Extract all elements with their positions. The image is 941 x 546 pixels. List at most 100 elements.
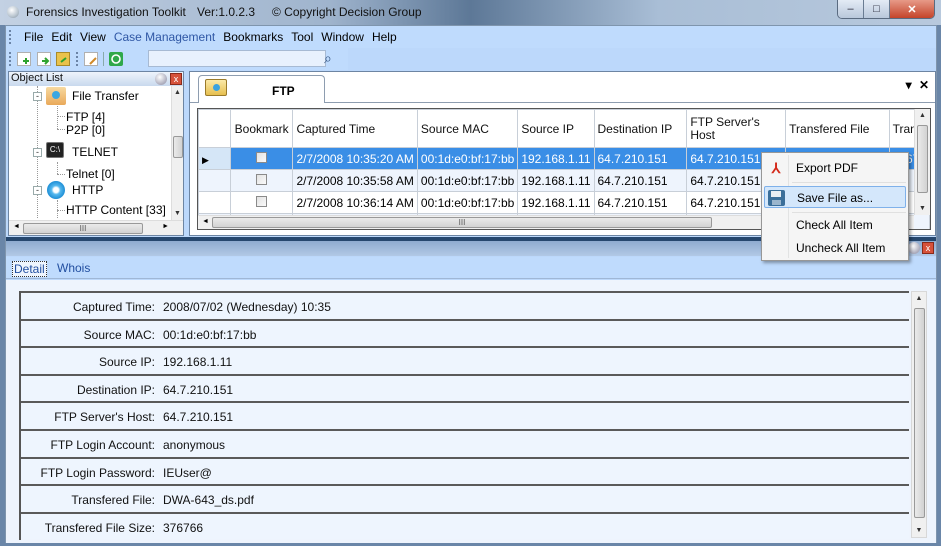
tab-whois[interactable]: Whois [57, 261, 90, 275]
tree-node-telnet[interactable]: TELNET [72, 145, 118, 159]
menu-item-check-all[interactable]: Check All Item [764, 214, 906, 236]
detail-field-value: DWA-643_ds.pdf [163, 493, 254, 508]
scroll-thumb[interactable]: III [212, 217, 712, 228]
tab-list-dropdown-icon[interactable]: ▾ [906, 78, 912, 92]
object-list-close-button[interactable]: x [170, 73, 182, 85]
close-icon: x [925, 243, 931, 253]
detail-field-label: Source MAC: [83, 327, 155, 342]
tab-ftp[interactable]: FTP [198, 75, 325, 103]
cell-destination-ip: 64.7.210.151 [593, 191, 688, 214]
toolbar-grip[interactable] [9, 52, 12, 66]
detail-panel-close-button[interactable]: x [922, 242, 934, 254]
scroll-thumb[interactable] [914, 308, 925, 518]
menu-window[interactable]: Window [317, 30, 368, 44]
close-icon: ✕ [907, 3, 917, 16]
scroll-thumb[interactable] [173, 136, 183, 158]
detail-field-value: IEUser@ [163, 465, 212, 480]
search-input[interactable] [148, 50, 326, 67]
close-icon: x [173, 74, 179, 84]
scroll-up-arrow-icon[interactable]: ▲ [172, 89, 183, 96]
menu-view[interactable]: View [76, 30, 110, 44]
scroll-down-arrow-icon[interactable]: ▼ [912, 527, 926, 534]
tab-ftp-label: FTP [272, 84, 295, 98]
row-selector[interactable] [198, 191, 231, 214]
column-header-bookmark[interactable]: Bookmark [229, 109, 294, 148]
search-icon[interactable]: ⌕ [324, 50, 332, 67]
detail-field-value: 64.7.210.151 [163, 410, 234, 425]
scroll-down-arrow-icon[interactable]: ▼ [172, 210, 183, 217]
edit-button[interactable] [84, 52, 98, 66]
collapse-telnet-toggle[interactable]: - [33, 148, 42, 157]
bookmark-checkbox[interactable] [229, 191, 294, 214]
detail-field-row: Captured Time: 2008/07/02 (Wednesday) 10:… [21, 291, 909, 318]
toolbar-separator-grip [76, 52, 79, 66]
tab-close-icon[interactable]: ✕ [919, 78, 929, 92]
tree-node-file-transfer[interactable]: File Transfer [72, 89, 139, 103]
cell-source-ip: 192.168.1.11 [517, 191, 595, 214]
menu-case-management[interactable]: Case Management [110, 30, 219, 44]
refresh-button[interactable] [109, 52, 123, 66]
collapse-file-transfer-toggle[interactable]: - [33, 92, 42, 101]
maximize-button[interactable]: □ [864, 0, 890, 18]
collapse-http-toggle[interactable]: - [33, 186, 42, 195]
column-header-transfered-file[interactable]: Transfered File [785, 109, 890, 148]
scroll-up-arrow-icon[interactable]: ▲ [915, 112, 930, 119]
pin-icon[interactable] [908, 242, 920, 254]
tree-node-http[interactable]: HTTP [72, 183, 103, 197]
scroll-left-arrow-icon[interactable]: ◄ [202, 218, 209, 225]
row-selector[interactable]: ▶ [198, 147, 231, 170]
import-arrow-icon [42, 57, 50, 65]
column-header-source-mac[interactable]: Source MAC [416, 109, 519, 148]
row-selector[interactable] [198, 169, 231, 192]
menu-bookmarks[interactable]: Bookmarks [219, 30, 287, 44]
tree-node-http-content[interactable]: HTTP Content [33] [66, 203, 166, 217]
detail-vertical-scrollbar[interactable]: ▲ ▼ [911, 291, 927, 538]
file-transfer-icon [46, 87, 66, 105]
detail-field-value: anonymous [163, 438, 226, 452]
bookmark-checkbox[interactable] [229, 147, 294, 170]
column-header-captured-time[interactable]: Captured Time [292, 109, 418, 148]
column-header-destination-ip[interactable]: Destination IP [593, 109, 688, 148]
open-folder-button[interactable] [56, 52, 70, 66]
menu-item-export-pdf[interactable]: ⅄ Export PDF [764, 157, 906, 179]
grid-vertical-scrollbar[interactable]: ▲ ▼ [914, 109, 930, 215]
telnet-terminal-icon: C:\ [46, 142, 64, 158]
menu-grip[interactable] [9, 30, 12, 44]
detail-field-row: Source IP: 192.168.1.11 [21, 346, 909, 374]
detail-field-row: Destination IP: 64.7.210.151 [21, 373, 909, 401]
scroll-down-arrow-icon[interactable]: ▼ [915, 205, 930, 212]
context-menu: ⅄ Export PDF Save File as... Check All I… [761, 152, 909, 261]
scroll-left-arrow-icon[interactable]: ◄ [13, 223, 20, 230]
menu-item-save-file-as[interactable]: Save File as... [764, 186, 906, 208]
tree-node-telnet-child[interactable]: Telnet [0] [66, 167, 115, 181]
tree-node-ftp[interactable]: FTP [4] [66, 110, 105, 124]
detail-field-row: FTP Login Account: anonymous [21, 429, 909, 456]
scroll-right-arrow-icon[interactable]: ► [162, 223, 169, 230]
column-header-ftp-server-host[interactable]: FTP Server's Host [686, 109, 787, 148]
tree-node-p2p[interactable]: P2P [0] [66, 123, 105, 137]
bookmark-checkbox[interactable] [229, 169, 294, 192]
tab-detail[interactable]: Detail [12, 261, 47, 277]
minimize-button[interactable]: – [838, 0, 864, 18]
scroll-thumb[interactable]: III [23, 223, 143, 234]
cell-source-mac: 00:1d:e0:bf:17:bb [416, 191, 519, 214]
scroll-up-arrow-icon[interactable]: ▲ [912, 295, 926, 302]
scroll-thumb[interactable] [917, 125, 928, 193]
object-list-panel: Object List x - File Transfer FTP [4] P2… [8, 71, 184, 236]
menu-help[interactable]: Help [368, 30, 401, 44]
object-list-vertical-scrollbar[interactable]: ▲ ▼ [171, 86, 183, 220]
object-tree: - File Transfer FTP [4] P2P [0] - C:\ TE… [9, 86, 171, 220]
menu-file[interactable]: File [20, 30, 47, 44]
cell-source-mac: 00:1d:e0:bf:17:bb [416, 147, 519, 170]
detail-field-value: 192.168.1.11 [163, 355, 233, 370]
import-button[interactable] [37, 52, 51, 66]
new-add-icon [23, 58, 29, 64]
object-list-horizontal-scrollbar[interactable]: ◄ III ► [9, 220, 183, 235]
menu-edit[interactable]: Edit [47, 30, 76, 44]
menu-tool[interactable]: Tool [287, 30, 317, 44]
new-case-button[interactable] [17, 52, 31, 66]
close-button[interactable]: ✕ [890, 0, 934, 18]
menu-item-uncheck-all[interactable]: Uncheck All Item [764, 237, 906, 259]
pin-icon[interactable] [155, 73, 167, 85]
column-header-source-ip[interactable]: Source IP [517, 109, 595, 148]
